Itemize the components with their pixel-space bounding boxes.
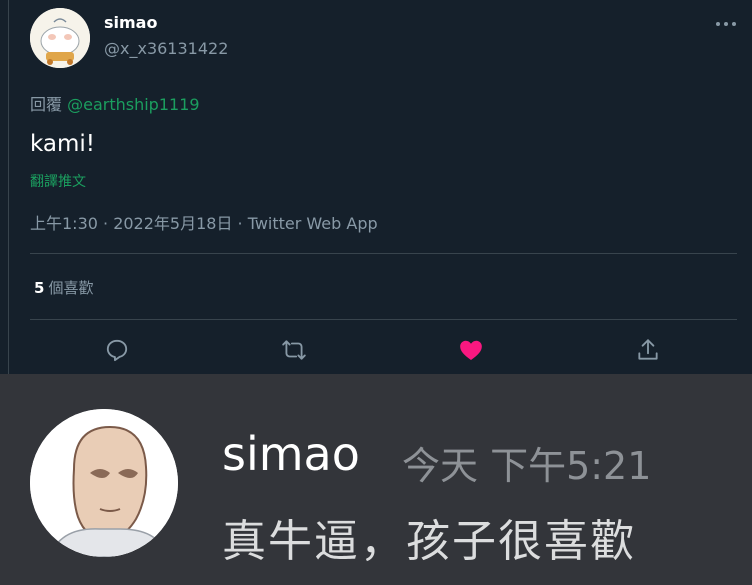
reply-icon[interactable] <box>104 337 130 363</box>
chat-avatar[interactable] <box>30 409 178 557</box>
chat-timestamp: 今天 下午5:21 <box>402 444 652 488</box>
divider <box>30 319 737 320</box>
translate-link[interactable]: 翻譯推文 <box>30 171 86 191</box>
tweet-meta[interactable]: 上午1:30 · 2022年5月18日 · Twitter Web App <box>30 210 378 234</box>
tweet-text: kami! <box>30 131 96 157</box>
thread-rule <box>8 0 9 374</box>
share-icon[interactable] <box>635 337 661 363</box>
tweet-card: simao @x_x36131422 回覆 @earthship1119 kam… <box>0 0 752 374</box>
like-count-row[interactable]: 5 個喜歡 <box>34 277 93 298</box>
reply-context: 回覆 @earthship1119 <box>30 91 200 115</box>
reply-prefix: 回覆 <box>30 95 63 114</box>
reply-to-link[interactable]: @earthship1119 <box>67 95 199 114</box>
more-icon[interactable] <box>714 14 738 34</box>
author-avatar[interactable] <box>30 8 90 68</box>
chat-author-name[interactable]: simao <box>222 427 360 481</box>
chat-message: simao 今天 下午5:21 真牛逼，孩子很喜歡 <box>0 374 752 585</box>
like-count: 5 <box>34 279 45 297</box>
author-handle[interactable]: @x_x36131422 <box>104 39 228 58</box>
divider <box>30 253 737 254</box>
chat-message-text: 真牛逼，孩子很喜歡 <box>222 516 636 567</box>
heart-icon[interactable] <box>458 337 484 363</box>
author-name[interactable]: simao <box>104 13 157 32</box>
retweet-icon[interactable] <box>281 337 307 363</box>
like-label: 個喜歡 <box>48 279 94 297</box>
